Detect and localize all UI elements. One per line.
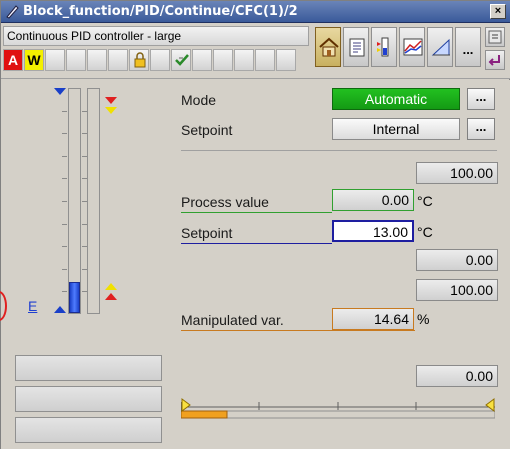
empty-display-box (15, 386, 162, 412)
scale-tick (62, 246, 67, 247)
setpoint-label: Setpoint (181, 225, 233, 241)
section-divider (181, 150, 497, 151)
engineering-unit-link[interactable]: E (28, 298, 37, 314)
trend-icon (403, 38, 423, 56)
process-value-underline (181, 212, 332, 213)
high-range-marker (54, 88, 66, 95)
lock-status (129, 49, 149, 71)
status-cell (108, 49, 128, 71)
limit-bargraph (87, 88, 100, 314)
trend-view-button[interactable] (399, 27, 425, 67)
info-button[interactable] (485, 27, 505, 47)
process-value-unit: °C (417, 193, 433, 209)
scale-tick (62, 291, 67, 292)
low-warning-limit-marker (105, 283, 117, 290)
mode-select-button[interactable]: ... (467, 88, 495, 110)
info-icon (488, 30, 502, 44)
process-value-bar-fill (69, 282, 80, 313)
manipulated-high-range-value: 100.00 (416, 279, 498, 301)
ramp-view-button[interactable] (427, 27, 453, 67)
pen-icon (6, 5, 19, 19)
limits-icon (377, 37, 389, 57)
standard-view-button[interactable] (315, 27, 341, 67)
setpoint-source-label: Setpoint (181, 122, 233, 138)
status-cell (192, 49, 212, 71)
scale-tick (62, 156, 67, 157)
return-icon (488, 55, 500, 66)
manipulated-variable-label: Manipulated var. (181, 312, 284, 328)
notes-view-button[interactable] (343, 27, 369, 67)
status-cell (276, 49, 296, 71)
scale-tick (62, 133, 67, 134)
check-status (171, 49, 191, 71)
faceplate-name: Continuous PID controller - large (3, 26, 309, 46)
high-range-value: 100.00 (416, 162, 498, 184)
limits-view-button[interactable] (371, 27, 397, 67)
check-icon (175, 54, 189, 66)
status-cell (234, 49, 254, 71)
status-cell (150, 49, 170, 71)
process-value: 0.00 (332, 189, 414, 211)
high-warning-limit-marker (105, 107, 117, 114)
empty-display-box (15, 355, 162, 381)
close-button[interactable]: × (490, 4, 506, 19)
alarm-indicator: A (3, 49, 23, 71)
faceplate-window: Block_function/PID/Continue/CFC(1)/2 × C… (0, 0, 510, 449)
window-title: Block_function/PID/Continue/CFC(1)/2 (23, 4, 298, 19)
process-value-bargraph (68, 88, 81, 314)
warning-indicator: W (24, 49, 44, 71)
more-views-button[interactable]: ... (455, 27, 481, 67)
scale-tick (62, 269, 67, 270)
status-cell (66, 49, 86, 71)
scale-tick (62, 224, 67, 225)
status-cell (45, 49, 65, 71)
scale-tick (62, 201, 67, 202)
status-cell (213, 49, 233, 71)
setpoint-source-select-button[interactable]: ... (467, 118, 495, 140)
status-cell (87, 49, 107, 71)
manipulated-variable-unit: % (417, 311, 430, 327)
lock-icon (134, 52, 146, 68)
setpoint-unit: °C (417, 224, 433, 240)
faceplate-body: E Mode Automatic ... Setpoint Internal .… (0, 80, 510, 449)
high-alarm-limit-marker (105, 97, 117, 104)
return-button[interactable] (485, 50, 505, 70)
process-value-label: Process value (181, 194, 269, 210)
setpoint-underline (181, 243, 332, 244)
status-cell (255, 49, 275, 71)
mode-value: Automatic (332, 88, 460, 110)
low-alarm-limit-marker (105, 293, 117, 300)
title-bar[interactable]: Block_function/PID/Continue/CFC(1)/2 × (1, 1, 510, 23)
low-limit-marker (181, 398, 191, 412)
faceplate-header: Continuous PID controller - large A W ..… (1, 23, 510, 79)
setpoint-marker (54, 306, 66, 313)
notes-icon (349, 38, 365, 57)
scale-tick (62, 111, 67, 112)
ramp-icon (431, 38, 450, 56)
setpoint-source-value: Internal (332, 118, 460, 140)
manipulated-variable-underline (181, 330, 415, 331)
manipulated-low-range-value: 0.00 (416, 365, 498, 387)
high-limit-marker (485, 398, 495, 412)
scale-tick (62, 178, 67, 179)
manipulated-variable-bar (180, 398, 496, 420)
manipulated-variable-value: 14.64 (332, 308, 414, 330)
setpoint-value-input[interactable]: 13.00 (332, 220, 414, 242)
low-range-value: 0.00 (416, 249, 498, 271)
mode-label: Mode (181, 92, 217, 108)
empty-display-box (15, 417, 162, 443)
focus-marker (0, 291, 7, 321)
status-bar: A W (3, 49, 309, 71)
home-icon (319, 37, 339, 57)
